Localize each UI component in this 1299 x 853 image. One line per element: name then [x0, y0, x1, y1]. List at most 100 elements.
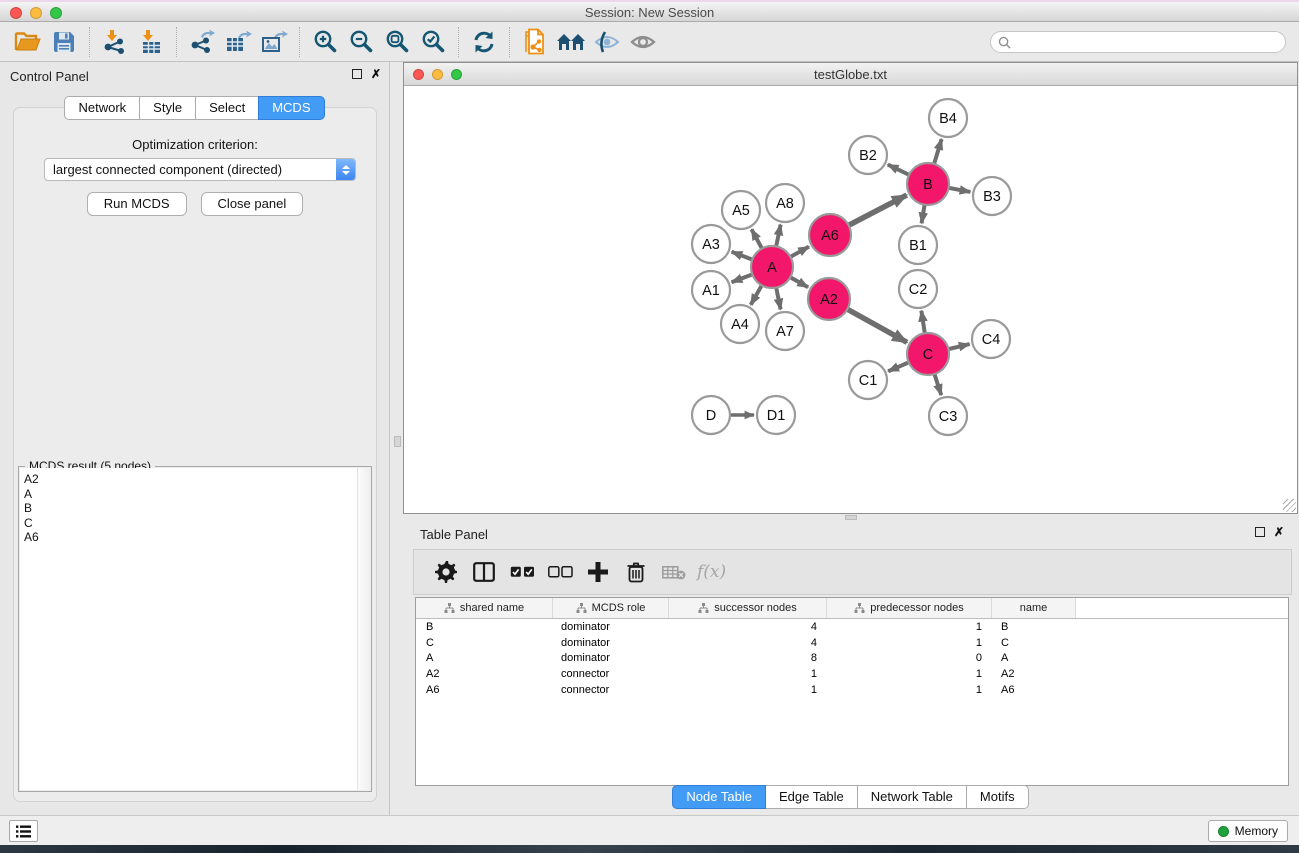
float-table-panel-icon[interactable]: [1255, 527, 1265, 537]
cp-tab-select[interactable]: Select: [195, 96, 259, 120]
control-panel-header: Control Panel ✗: [0, 62, 389, 90]
import-table-button[interactable]: [133, 26, 169, 58]
zoom-fit-button[interactable]: [379, 26, 415, 58]
network-canvas[interactable]: A A1 A2 A3 A4 A5 A6 A7 A8 B B1 B2 B3 B4 C C1 C2 C3 C4 D D1: [404, 86, 1297, 513]
status-bar: Memory: [0, 815, 1299, 845]
node-C4[interactable]: C4: [972, 320, 1010, 358]
node-C1[interactable]: C1: [849, 361, 887, 399]
table-cell: B: [992, 621, 1076, 633]
column-header-predecessor-nodes[interactable]: predecessor nodes: [827, 598, 992, 618]
close-panel-icon[interactable]: ✗: [371, 69, 381, 79]
mcds-result-item[interactable]: A: [20, 487, 370, 502]
node-B2[interactable]: B2: [849, 136, 887, 174]
cp-tab-style[interactable]: Style: [139, 96, 196, 120]
import-network-button[interactable]: [97, 26, 133, 58]
save-session-button[interactable]: [46, 26, 82, 58]
node-A3[interactable]: A3: [692, 225, 730, 263]
split-columns-icon: [473, 562, 495, 582]
table-row[interactable]: A6connector11A6: [416, 682, 1288, 698]
search-field[interactable]: [990, 31, 1286, 53]
vertical-splitter-grip[interactable]: [394, 436, 401, 447]
zoom-selected-button[interactable]: [415, 26, 451, 58]
mcds-result-item[interactable]: A2: [20, 472, 370, 487]
table-cell: A2: [416, 668, 553, 680]
table-cell: dominator: [553, 637, 669, 649]
table-row[interactable]: Adominator80A: [416, 651, 1288, 667]
close-table-panel-icon[interactable]: ✗: [1274, 527, 1284, 537]
mcds-list-scrollbar[interactable]: [357, 468, 370, 790]
node-A2[interactable]: A2: [808, 278, 850, 320]
unselect-all-columns-button[interactable]: [541, 554, 579, 590]
node-A6[interactable]: A6: [809, 214, 851, 256]
node-label: D1: [767, 408, 786, 424]
node-A1[interactable]: A1: [692, 271, 730, 309]
column-header-successor-nodes[interactable]: successor nodes: [669, 598, 827, 618]
mcds-result-item[interactable]: A6: [20, 530, 370, 545]
node-label: C2: [909, 282, 928, 298]
cp-tab-mcds[interactable]: MCDS: [258, 96, 324, 120]
node-C3[interactable]: C3: [929, 397, 967, 435]
table-cell: connector: [553, 684, 669, 696]
show-panel-list-button[interactable]: [9, 820, 38, 842]
node-A7[interactable]: A7: [766, 312, 804, 350]
run-mcds-button[interactable]: Run MCDS: [87, 192, 187, 216]
show-graphics-details-button[interactable]: [625, 26, 661, 58]
tp-tab-edge-table[interactable]: Edge Table: [765, 785, 858, 809]
float-panel-icon[interactable]: [352, 69, 362, 79]
zoom-in-button[interactable]: [307, 26, 343, 58]
split-panel-button[interactable]: [465, 554, 503, 590]
column-header-shared-name[interactable]: shared name: [416, 598, 553, 618]
column-header-mcds-role[interactable]: MCDS role: [553, 598, 669, 618]
export-table-button[interactable]: [220, 26, 256, 58]
node-B1[interactable]: B1: [899, 226, 937, 264]
select-all-columns-button[interactable]: [503, 554, 541, 590]
mcds-result-item[interactable]: C: [20, 516, 370, 531]
hide-graphics-details-button[interactable]: [589, 26, 625, 58]
node-D1[interactable]: D1: [757, 396, 795, 434]
table-row[interactable]: Bdominator41B: [416, 619, 1288, 635]
tp-tab-network-table[interactable]: Network Table: [857, 785, 967, 809]
node-B4[interactable]: B4: [929, 99, 967, 137]
delete-column-button[interactable]: [617, 554, 655, 590]
criterion-dropdown[interactable]: largest connected component (directed): [44, 158, 356, 181]
zoom-out-button[interactable]: [343, 26, 379, 58]
mcds-result-item[interactable]: B: [20, 501, 370, 516]
memory-button[interactable]: Memory: [1208, 820, 1288, 842]
network-view-window: testGlobe.txt A A1 A2 A3 A4 A5 A6 A7 A8 B B1 B2 B3 B4…: [403, 62, 1298, 514]
tp-tab-node-table[interactable]: Node Table: [672, 785, 766, 809]
column-header-name[interactable]: name: [992, 598, 1076, 618]
export-network-button[interactable]: [184, 26, 220, 58]
node-D[interactable]: D: [692, 396, 730, 434]
cp-tab-network[interactable]: Network: [64, 96, 140, 120]
table-row[interactable]: A2connector11A2: [416, 666, 1288, 682]
delete-table-button[interactable]: [655, 554, 693, 590]
node-B3[interactable]: B3: [973, 177, 1011, 215]
search-input[interactable]: [1011, 35, 1285, 49]
table-settings-button[interactable]: [427, 554, 465, 590]
open-session-button[interactable]: [10, 26, 46, 58]
import-network-icon: [102, 29, 128, 55]
network-window-title: testGlobe.txt: [404, 67, 1297, 82]
new-network-from-file-button[interactable]: [517, 26, 553, 58]
export-image-button[interactable]: [256, 26, 292, 58]
node-A[interactable]: A: [751, 246, 793, 288]
node-C[interactable]: C: [907, 333, 949, 375]
show-home-button[interactable]: [553, 26, 589, 58]
table-row[interactable]: Cdominator41C: [416, 635, 1288, 651]
tp-tab-motifs[interactable]: Motifs: [966, 785, 1029, 809]
node-C2[interactable]: C2: [899, 270, 937, 308]
node-B[interactable]: B: [907, 163, 949, 205]
table-cell: dominator: [553, 621, 669, 633]
node-A5[interactable]: A5: [722, 191, 760, 229]
create-column-button[interactable]: [579, 554, 617, 590]
table-cell: 4: [669, 637, 827, 649]
window-resize-grip-icon[interactable]: [1283, 499, 1296, 512]
zoom-in-icon: [312, 29, 338, 55]
delete-table-icon: [662, 565, 686, 580]
function-builder-button[interactable]: f(x): [693, 562, 726, 582]
close-panel-button[interactable]: Close panel: [201, 192, 304, 216]
refresh-network-button[interactable]: [466, 26, 502, 58]
node-A8[interactable]: A8: [766, 184, 804, 222]
node-A4[interactable]: A4: [721, 305, 759, 343]
node-table-header: shared nameMCDS rolesuccessor nodesprede…: [416, 598, 1288, 619]
